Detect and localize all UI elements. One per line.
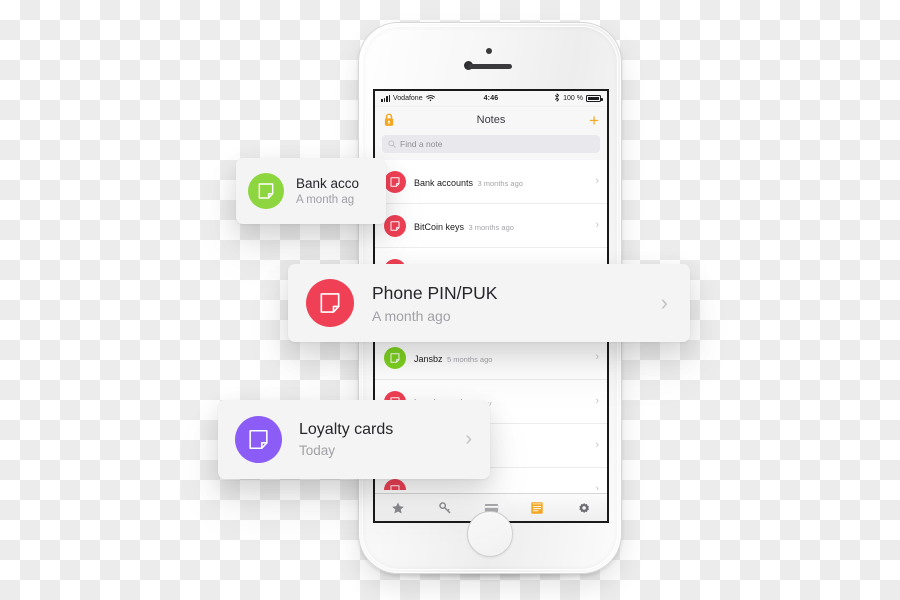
key-icon <box>438 501 450 513</box>
floating-card-subtitle: Today <box>299 443 336 458</box>
floating-card-phone-pin-puk[interactable]: Phone PIN/PUK A month ago › <box>288 264 690 342</box>
list-item-subtitle: 3 months ago <box>468 222 514 232</box>
navigation-bar: Notes + <box>375 107 607 133</box>
chevron-right-icon: › <box>465 428 472 450</box>
note-badge-red <box>306 279 354 327</box>
status-bar-left: Vodafone <box>381 94 484 104</box>
list-item[interactable]: Jansbz 5 months ago › <box>375 336 607 380</box>
chevron-right-icon: › <box>595 175 599 187</box>
floating-card-title: Bank acco <box>296 176 360 191</box>
status-bar-right: 100 % <box>498 93 603 104</box>
note-badge-purple <box>235 416 282 463</box>
page-title: Notes <box>476 114 506 126</box>
status-bar: Vodafone 4:46 100 % <box>375 91 607 107</box>
search-placeholder: Find a note <box>400 139 443 149</box>
notes-icon <box>531 501 544 514</box>
home-button[interactable] <box>467 511 513 557</box>
floating-card-text: Loyalty cards Today <box>299 421 448 458</box>
floating-card-loyalty-cards[interactable]: Loyalty cards Today › <box>218 400 490 479</box>
search-icon <box>388 135 396 153</box>
chevron-right-icon: › <box>595 395 599 407</box>
chevron-right-icon: › <box>595 483 599 491</box>
note-badge-green <box>248 173 284 209</box>
search-input[interactable]: Find a note <box>382 135 600 153</box>
signal-bars-icon <box>381 95 390 102</box>
tab-notes[interactable] <box>514 494 560 521</box>
battery-full-icon <box>586 95 603 102</box>
star-icon <box>392 502 405 514</box>
floating-card-title: Phone PIN/PUK <box>372 282 498 303</box>
tab-favorites[interactable] <box>375 494 421 521</box>
list-item-text: Jansbz 5 months ago <box>414 349 587 367</box>
add-note-button[interactable]: + <box>589 112 599 129</box>
list-item[interactable]: BitCoin keys 3 months ago › <box>375 204 607 248</box>
list-item-subtitle: 3 months ago <box>477 178 523 188</box>
front-camera-icon <box>485 48 492 54</box>
chevron-right-icon: › <box>595 351 599 363</box>
floating-card-title: Loyalty cards <box>299 421 394 438</box>
floating-card-subtitle: A month ago <box>372 307 451 324</box>
chevron-right-icon: › <box>660 290 668 315</box>
note-badge <box>384 478 406 490</box>
floating-card-text: Phone PIN/PUK A month ago <box>372 283 643 324</box>
lock-icon[interactable] <box>383 113 395 127</box>
carrier-label: Vodafone <box>393 95 423 102</box>
earpiece-speaker <box>468 64 512 69</box>
list-item-subtitle: 5 months ago <box>446 354 493 364</box>
battery-percent-label: 100 % <box>563 95 583 102</box>
search-bar-container: Find a note <box>375 133 607 160</box>
list-item-title: BitCoin keys <box>414 221 465 232</box>
gear-icon <box>579 502 589 513</box>
floating-card-text: Bank acco A month ag <box>296 176 374 206</box>
floating-card-bank-accounts[interactable]: Bank acco A month ag <box>236 158 386 224</box>
list-item-title: Bank accounts <box>414 177 474 188</box>
note-badge <box>384 346 406 369</box>
list-item-text: Bank accounts 3 months ago <box>414 173 587 191</box>
chevron-right-icon: › <box>595 219 599 231</box>
bluetooth-icon <box>554 93 560 104</box>
status-bar-time: 4:46 <box>483 95 499 102</box>
note-badge <box>384 214 406 237</box>
list-item[interactable]: Bank accounts 3 months ago › <box>375 160 607 204</box>
tab-settings[interactable] <box>561 494 607 521</box>
note-badge <box>384 170 406 193</box>
floating-card-subtitle: A month ag <box>296 194 355 206</box>
list-item-text: BitCoin keys 3 months ago <box>414 217 587 235</box>
chevron-right-icon: › <box>595 439 599 451</box>
wifi-icon <box>425 94 435 104</box>
mockup-stage: Bank acco A month ag Vodafone 4:46 100 %… <box>0 0 900 600</box>
tab-passwords[interactable] <box>421 494 467 521</box>
list-item-title: Jansbz <box>414 353 443 364</box>
